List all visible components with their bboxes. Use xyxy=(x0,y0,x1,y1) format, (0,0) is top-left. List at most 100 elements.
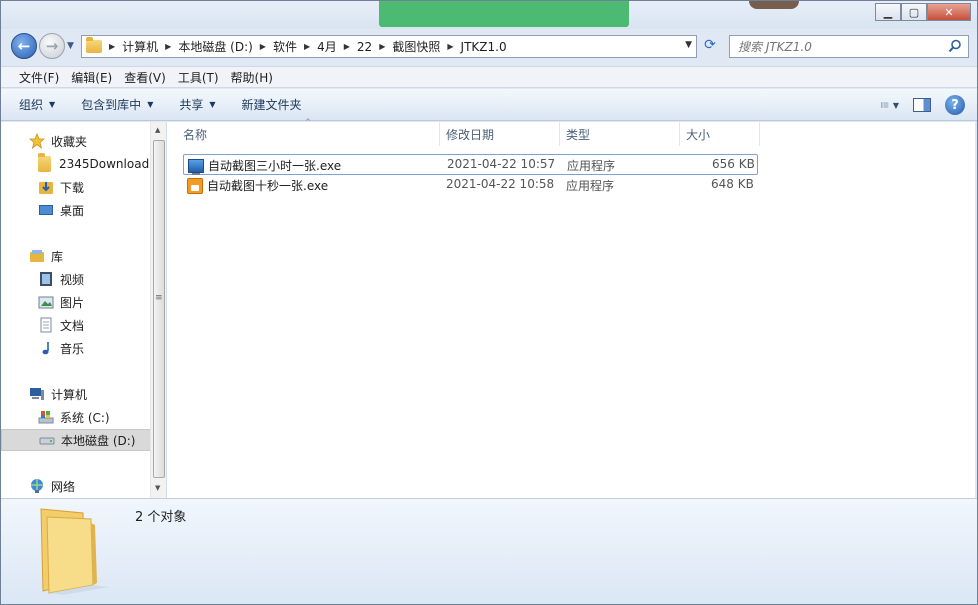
picture-icon xyxy=(38,296,54,309)
nav-item-pictures[interactable]: 图片 xyxy=(1,291,150,313)
nav-label: 计算机 xyxy=(51,387,88,402)
breadcrumb-drive-d[interactable]: 本地磁盘 (D:) ▶ xyxy=(178,38,273,55)
nav-item-desktop[interactable]: 桌面 xyxy=(1,199,150,221)
new-folder-button[interactable]: 新建文件夹 xyxy=(242,96,302,113)
minimize-button[interactable]: ▁ xyxy=(875,3,901,21)
column-header-name[interactable]: 名称 xyxy=(177,122,440,146)
nav-label: 本地磁盘 (D:) xyxy=(61,433,136,448)
preview-pane-icon[interactable] xyxy=(913,98,931,112)
nav-item-music[interactable]: 音乐 xyxy=(1,337,150,359)
nav-label: 文档 xyxy=(60,318,85,333)
scrollbar-grip-icon: ≡ xyxy=(155,293,163,303)
library-icon xyxy=(30,250,44,262)
navigation-pane: 收藏夹 2345Downloads 下载 桌面 库 视频 图片 文档 音乐 计算… xyxy=(1,122,167,498)
chevron-down-icon: ▼ xyxy=(892,100,899,110)
arrow-right-icon: → xyxy=(45,37,59,55)
nav-item-downloads[interactable]: 下载 xyxy=(1,176,150,198)
column-header-size[interactable]: 大小 xyxy=(680,122,760,146)
menu-edit[interactable]: 编辑(E) xyxy=(65,69,118,86)
document-icon xyxy=(40,317,52,333)
chevron-down-icon: ▼ xyxy=(147,100,154,109)
menu-bar: 文件(F) 编辑(E) 查看(V) 工具(T) 帮助(H) xyxy=(1,66,977,88)
nav-item-documents[interactable]: 文档 xyxy=(1,314,150,336)
menu-help[interactable]: 帮助(H) xyxy=(225,69,279,86)
folder-icon xyxy=(86,37,102,53)
breadcrumb-current[interactable]: JTKZ1.0 xyxy=(461,40,507,54)
search-icon[interactable] xyxy=(948,39,962,53)
address-row: ← → ▼ ▶ 计算机 ▶ 本地磁盘 (D:) ▶ 软件 ▶ 4月 ▶ 22 ▶ 截图快照… xyxy=(1,31,977,63)
scroll-up-icon[interactable]: ▲ xyxy=(155,126,160,134)
background-image-fragment xyxy=(749,1,799,9)
share-button[interactable]: 共享 ▼ xyxy=(179,96,215,113)
refresh-icon[interactable]: ⟳ xyxy=(699,37,721,57)
breadcrumb-april[interactable]: 4月 ▶ xyxy=(317,38,357,55)
search-box[interactable] xyxy=(729,35,969,58)
file-date: 2021-04-22 10:58 xyxy=(446,177,555,191)
star-icon xyxy=(29,133,45,149)
title-bar: ▁ ▢ ✕ xyxy=(1,1,977,29)
file-name: 自动截图三小时一张.exe xyxy=(208,159,342,173)
view-options-button[interactable]: ▼ xyxy=(881,98,899,112)
file-date: 2021-04-22 10:57 xyxy=(447,157,556,171)
chevron-down-icon: ▼ xyxy=(209,100,216,109)
nav-item-drive-c[interactable]: 系统 (C:) xyxy=(1,406,150,428)
nav-label: 网络 xyxy=(51,479,76,494)
nav-label: 图片 xyxy=(60,295,85,310)
search-input[interactable] xyxy=(738,39,938,54)
maximize-button[interactable]: ▢ xyxy=(901,3,927,21)
nav-favorites[interactable]: 收藏夹 xyxy=(1,130,150,152)
menu-view[interactable]: 查看(V) xyxy=(118,69,172,86)
file-name: 自动截图十秒一张.exe xyxy=(207,179,329,193)
organize-button[interactable]: 组织 ▼ xyxy=(19,96,55,113)
menu-tools[interactable]: 工具(T) xyxy=(172,69,225,86)
details-pane: 2 个对象 xyxy=(1,498,977,604)
nav-computer[interactable]: 计算机 xyxy=(1,383,150,405)
nav-label: 下载 xyxy=(60,180,85,195)
nav-item-drive-d[interactable]: 本地磁盘 (D:) xyxy=(1,429,157,451)
navigation-scrollbar[interactable]: ▲ ≡ ▼ xyxy=(150,122,166,498)
folder-icon xyxy=(40,508,109,595)
nav-item-videos[interactable]: 视频 xyxy=(1,268,150,290)
application-icon xyxy=(187,177,203,194)
details-view-icon xyxy=(881,102,889,108)
drive-icon xyxy=(39,437,55,445)
breadcrumb-software[interactable]: 软件 ▶ xyxy=(273,38,317,55)
include-in-library-button[interactable]: 包含到库中 ▼ xyxy=(81,96,153,113)
file-type: 应用程序 xyxy=(567,159,616,173)
back-button[interactable]: ← xyxy=(11,33,37,59)
background-banner xyxy=(379,1,629,27)
nav-label: 库 xyxy=(51,249,64,264)
file-row[interactable]: 自动截图三小时一张.exe 2021-04-22 10:57 应用程序 656 … xyxy=(183,154,758,175)
desktop-icon xyxy=(39,205,53,215)
command-bar: 组织 ▼ 包含到库中 ▼ 共享 ▼ 新建文件夹 ▼ ? xyxy=(1,89,977,121)
scrollbar-thumb[interactable] xyxy=(153,140,165,478)
file-size: 656 KB xyxy=(712,157,755,171)
application-icon xyxy=(188,158,204,175)
menu-file[interactable]: 文件(F) xyxy=(13,69,65,86)
computer-icon xyxy=(30,388,44,400)
address-bar[interactable]: ▶ 计算机 ▶ 本地磁盘 (D:) ▶ 软件 ▶ 4月 ▶ 22 ▶ 截图快照 ▶ JTKZ… xyxy=(81,35,697,58)
nav-network[interactable]: 网络 xyxy=(1,475,150,497)
file-size: 648 KB xyxy=(711,177,754,191)
arrow-left-icon: ← xyxy=(17,37,31,55)
recent-pages-dropdown[interactable]: ▼ xyxy=(67,41,74,51)
file-row[interactable]: 自动截图十秒一张.exe 2021-04-22 10:58 应用程序 648 K… xyxy=(183,175,758,196)
breadcrumb-computer[interactable]: 计算机 ▶ xyxy=(122,38,178,55)
breadcrumb-screenshot[interactable]: 截图快照 ▶ xyxy=(392,38,460,55)
scroll-down-icon[interactable]: ▼ xyxy=(155,484,160,492)
nav-label: 2345Downloads xyxy=(59,157,150,171)
item-count-status: 2 个对象 xyxy=(135,510,187,525)
nav-item-2345downloads[interactable]: 2345Downloads xyxy=(1,153,150,175)
music-icon xyxy=(42,342,49,355)
close-button[interactable]: ✕ xyxy=(927,3,971,21)
explorer-window: ▁ ▢ ✕ ← → ▼ ▶ 计算机 ▶ 本地磁盘 (D:) ▶ 软件 ▶ 4月 ▶ 22… xyxy=(0,0,978,605)
address-dropdown-icon[interactable]: ▼ xyxy=(685,40,692,50)
help-icon[interactable]: ? xyxy=(945,95,965,115)
breadcrumb-root-arrow[interactable]: ▶ xyxy=(102,42,122,51)
breadcrumb-22[interactable]: 22 ▶ xyxy=(357,40,392,54)
nav-label: 音乐 xyxy=(60,341,85,356)
column-header-type[interactable]: 类型 xyxy=(560,122,680,146)
column-header-date[interactable]: 修改日期 xyxy=(440,122,560,146)
forward-button[interactable]: → xyxy=(39,33,65,59)
nav-libraries[interactable]: 库 xyxy=(1,245,150,267)
